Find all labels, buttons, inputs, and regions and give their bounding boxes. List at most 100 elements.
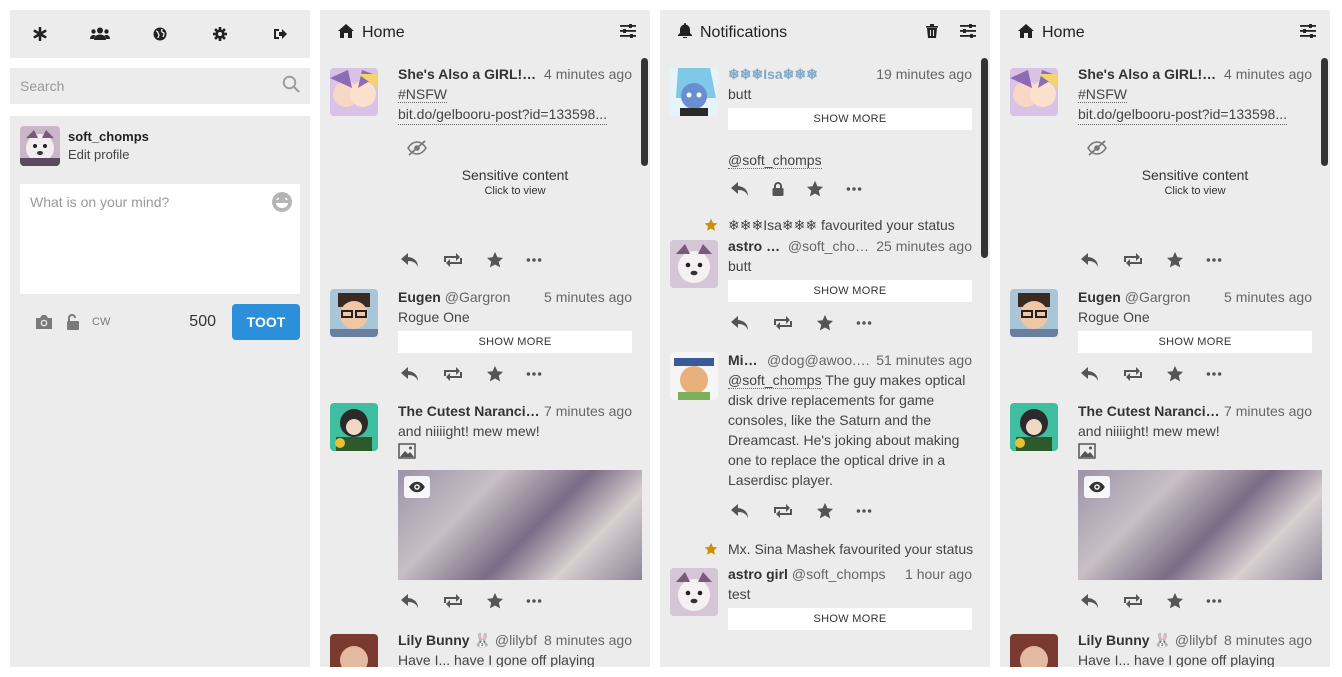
clear-notifications-icon[interactable] (926, 23, 938, 43)
status-item[interactable]: The Cutest Narancia! ... 7 minutes ago an… (1000, 385, 1330, 612)
logout-icon[interactable] (250, 10, 310, 58)
status-time[interactable]: 8 minutes ago (1220, 630, 1312, 650)
reply-icon[interactable] (400, 252, 420, 268)
boost-icon[interactable] (772, 503, 794, 519)
status-time[interactable]: 1 hour ago (901, 564, 972, 584)
reply-icon[interactable] (730, 181, 750, 197)
status-link[interactable]: bit.do/gelbooru-post?id=133598... (1078, 104, 1287, 125)
favourite-icon[interactable] (486, 251, 504, 269)
globe-icon[interactable] (130, 10, 190, 58)
show-more-button[interactable]: SHOW MORE (1078, 331, 1312, 353)
search-icon[interactable] (282, 75, 300, 98)
boost-icon[interactable] (772, 315, 794, 331)
edit-profile-link[interactable]: Edit profile (68, 146, 149, 164)
status-account[interactable]: @soft_chom... (788, 236, 872, 256)
favourite-icon[interactable] (486, 365, 504, 383)
boost-icon[interactable] (442, 252, 464, 268)
status-display-name[interactable]: Eugen (398, 287, 441, 307)
eye-icon[interactable] (1084, 476, 1110, 498)
reply-icon[interactable] (1080, 252, 1100, 268)
avatar[interactable] (1010, 403, 1058, 451)
status-display-name[interactable]: Eugen (1078, 287, 1121, 307)
status-item[interactable]: She's Also a GIRL!!! 0/...4 minutes ago … (320, 56, 650, 271)
status-display-name[interactable]: Lily Bunny 🐰 (398, 630, 491, 650)
avatar[interactable] (670, 352, 718, 400)
status-item[interactable]: Eugen @Gargron 5 minutes ago Rogue One SHO… (320, 271, 650, 385)
status-time[interactable]: 7 minutes ago (540, 401, 632, 421)
more-icon[interactable] (846, 186, 862, 192)
eye-icon[interactable] (404, 476, 430, 498)
status-display-name[interactable]: She's Also a GIRL!!! 0/... (398, 64, 540, 84)
notification-item[interactable]: astro girl @soft_chomps 1 hour ago test SH… (660, 558, 990, 630)
notification-item[interactable]: astro girl @soft_chom... 25 minutes ago bu… (660, 234, 990, 334)
status-hashtag[interactable]: #NSFW (398, 84, 632, 104)
settings-icon[interactable] (190, 10, 250, 58)
avatar[interactable] (20, 126, 60, 166)
status-time[interactable]: 51 minutes ago (872, 350, 972, 370)
more-icon[interactable] (526, 371, 542, 377)
reply-icon[interactable] (1080, 593, 1100, 609)
status-display-name[interactable]: Lily Bunny 🐰 (1078, 630, 1171, 650)
status-time[interactable]: 7 minutes ago (1220, 401, 1312, 421)
avatar[interactable] (330, 68, 378, 116)
status-time[interactable]: 4 minutes ago (540, 64, 632, 84)
favourite-icon[interactable] (816, 314, 834, 332)
hide-media-icon[interactable] (398, 140, 632, 161)
status-display-name[interactable]: The Cutest Narancia! ... (398, 401, 540, 421)
favourite-icon[interactable] (1166, 251, 1184, 269)
show-more-button[interactable]: SHOW MORE (728, 108, 972, 130)
status-account[interactable]: @dog@awoo.s... (767, 350, 872, 370)
status-account[interactable]: @lilybf (1175, 630, 1217, 650)
unlock-icon[interactable] (66, 314, 80, 330)
column-settings-icon[interactable] (960, 24, 976, 43)
search-input[interactable] (20, 78, 282, 94)
avatar[interactable] (670, 68, 718, 116)
avatar[interactable] (1010, 289, 1058, 337)
emoji-picker-icon[interactable] (272, 192, 292, 212)
status-hashtag[interactable]: #NSFW (1078, 84, 1312, 104)
avatar[interactable] (330, 634, 378, 667)
compose-textarea[interactable]: What is on your mind? (20, 184, 300, 294)
more-icon[interactable] (526, 598, 542, 604)
status-display-name[interactable]: She's Also a GIRL!!! 0/... (1078, 64, 1220, 84)
status-display-name[interactable]: astro girl (728, 236, 784, 256)
boost-icon[interactable] (1122, 252, 1144, 268)
reply-icon[interactable] (1080, 366, 1100, 382)
image-attachment-icon[interactable] (398, 443, 632, 464)
reply-icon[interactable] (400, 366, 420, 382)
status-account[interactable]: @soft_chomps (792, 564, 886, 584)
avatar[interactable] (330, 289, 378, 337)
camera-icon[interactable] (34, 314, 54, 330)
avatar[interactable] (670, 568, 718, 616)
status-time[interactable]: 25 minutes ago (872, 236, 972, 256)
notification-item[interactable]: ❄❄❄Isa❄❄❄ 19 minutes ago butt SHOW MORE @… (660, 56, 990, 200)
status-item[interactable]: The Cutest Narancia! ... 7 minutes ago an… (320, 385, 650, 612)
avatar[interactable] (1010, 634, 1058, 667)
avatar[interactable] (670, 240, 718, 288)
more-icon[interactable] (1206, 371, 1222, 377)
boost-icon[interactable] (1122, 593, 1144, 609)
reply-icon[interactable] (730, 503, 750, 519)
status-account[interactable]: @Gargron (445, 287, 511, 307)
status-time[interactable]: 5 minutes ago (1220, 287, 1312, 307)
favourite-icon[interactable] (486, 592, 504, 610)
mention-link[interactable]: @soft_chomps (728, 150, 972, 170)
status-time[interactable]: 19 minutes ago (872, 64, 972, 84)
media-thumbnail[interactable] (398, 470, 642, 580)
getting-started-icon[interactable] (10, 10, 70, 58)
toot-button[interactable]: TOOT (232, 304, 300, 340)
status-display-name[interactable]: The Cutest Narancia! ... (1078, 401, 1220, 421)
favourite-icon[interactable] (1166, 592, 1184, 610)
status-time[interactable]: 8 minutes ago (540, 630, 632, 650)
cw-toggle[interactable]: CW (92, 316, 110, 328)
favourite-notification[interactable]: ❄❄❄Isa❄❄❄ favourited your status (660, 216, 990, 234)
status-link[interactable]: bit.do/gelbooru-post?id=133598... (398, 104, 607, 125)
boost-icon[interactable] (442, 366, 464, 382)
status-time[interactable]: 4 minutes ago (1220, 64, 1312, 84)
boost-icon[interactable] (1122, 366, 1144, 382)
status-time[interactable]: 5 minutes ago (540, 287, 632, 307)
notification-item[interactable]: Misty @dog@awoo.s... 51 minutes ago @soft_… (660, 334, 990, 522)
sensitive-content-overlay[interactable]: Sensitive content Click to view (1078, 167, 1312, 245)
status-item[interactable]: Eugen @Gargron 5 minutes ago Rogue One SHO… (1000, 271, 1330, 385)
status-display-name[interactable]: ❄❄❄Isa❄❄❄ (728, 64, 818, 84)
